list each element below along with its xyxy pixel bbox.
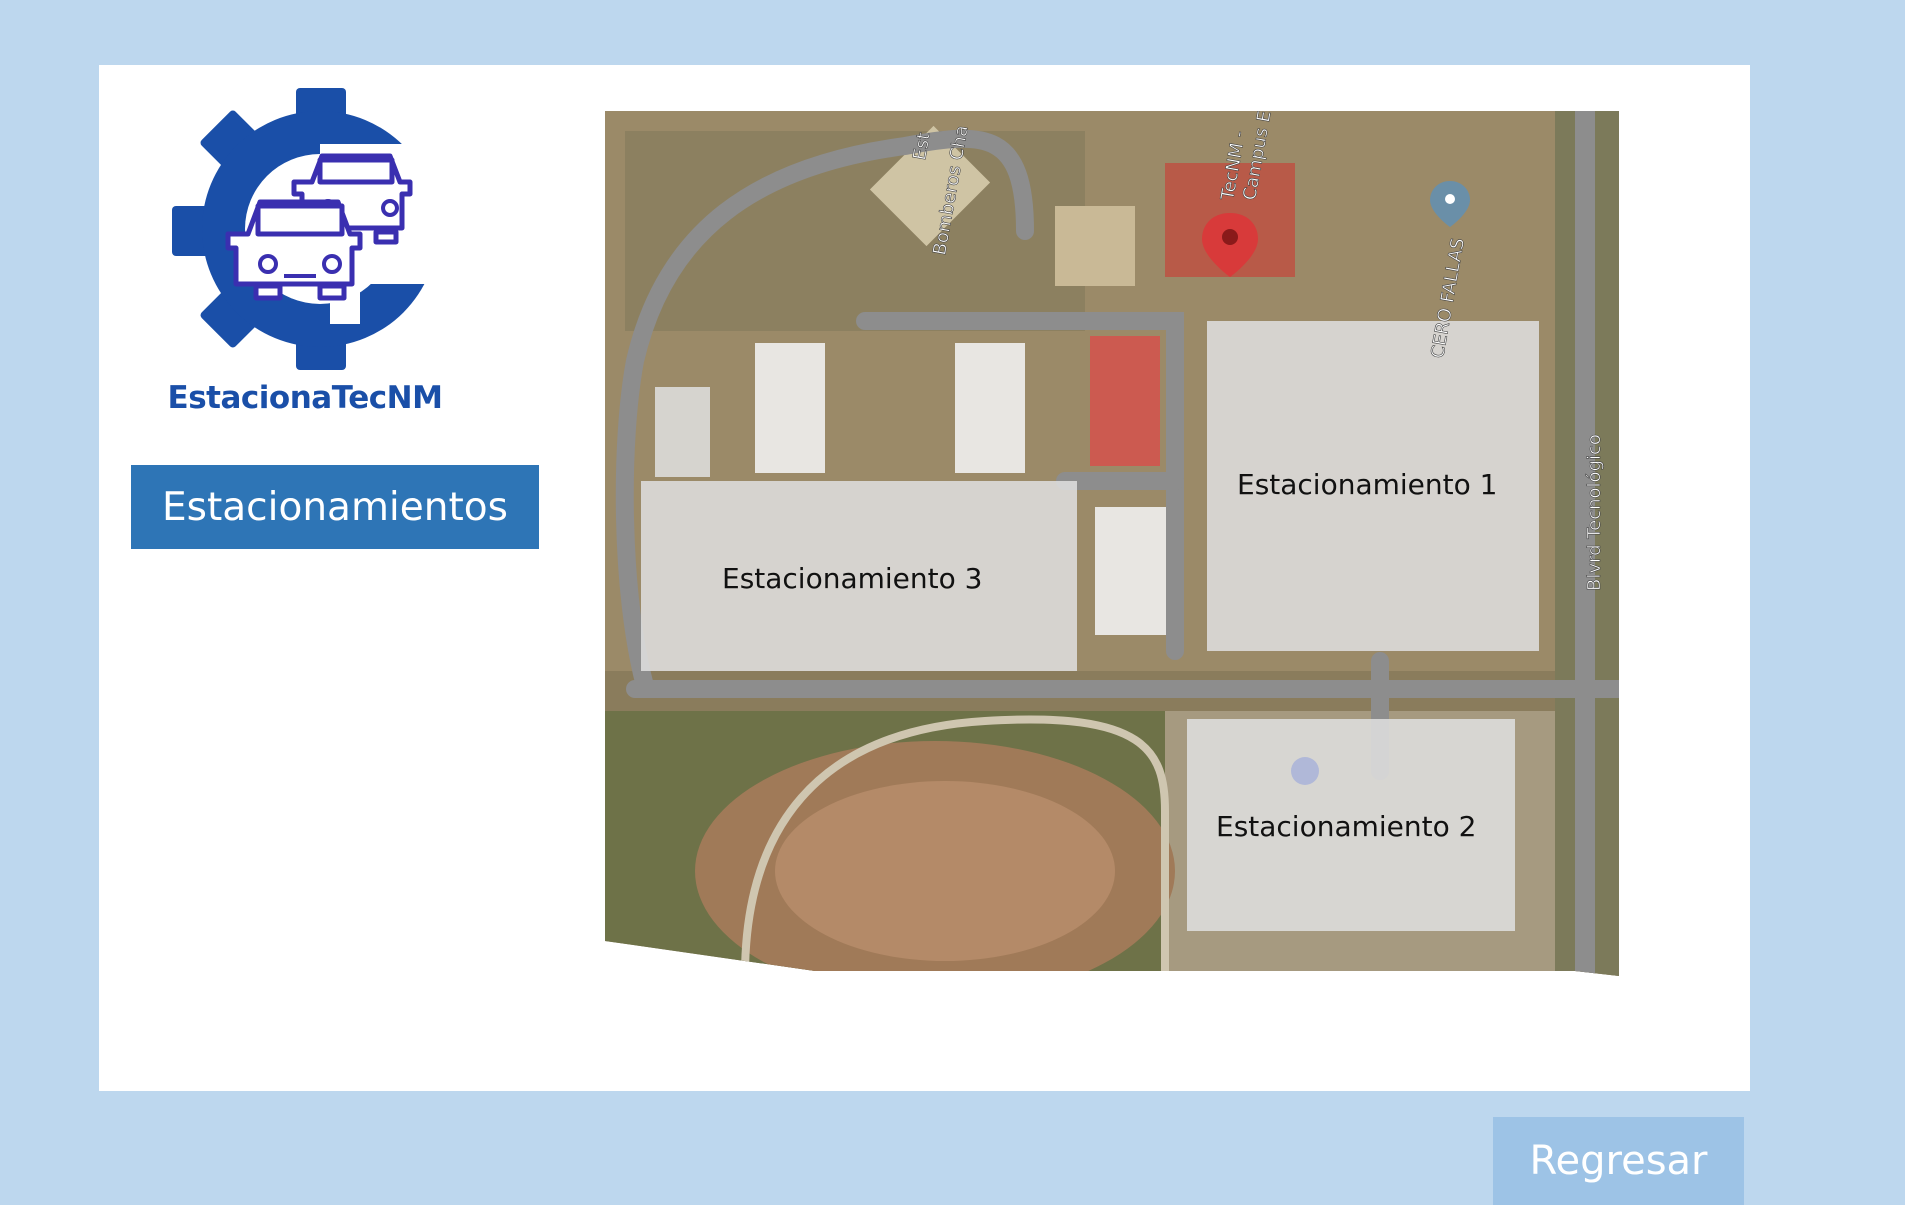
campus-map: Bomberos Cha Est CERO FALLAS TecNM - Cam… — [605, 111, 1619, 976]
regresar-button[interactable]: Regresar — [1493, 1117, 1744, 1205]
lot-label-1[interactable]: Estacionamiento 1 — [1237, 468, 1497, 501]
street-label-blvd: Blvrd Tecnológico — [1584, 434, 1605, 591]
estacionamientos-button[interactable]: Estacionamientos — [131, 465, 539, 549]
app-logo-text: EstacionaTecNM — [167, 380, 443, 416]
lot-label-3[interactable]: Estacionamiento 3 — [722, 562, 982, 595]
gear-with-cars-icon — [172, 88, 452, 370]
lot-label-2[interactable]: Estacionamiento 2 — [1216, 810, 1476, 843]
